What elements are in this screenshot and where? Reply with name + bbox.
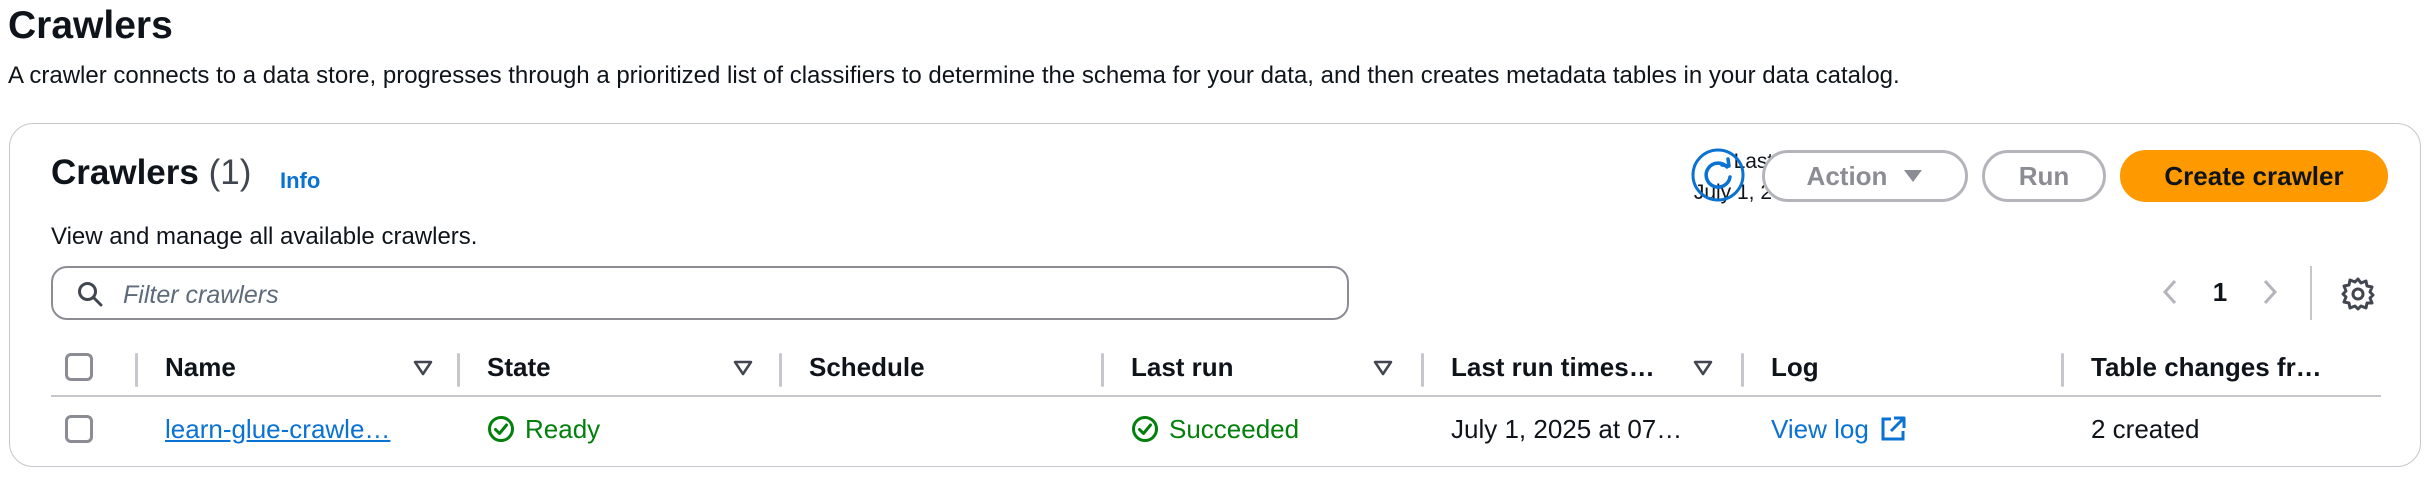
crawler-name-link[interactable]: learn-glue-crawle…: [165, 414, 390, 445]
crawlers-page: Crawlers A crawler connects to a data st…: [0, 0, 2428, 492]
preferences-button[interactable]: [2340, 276, 2376, 312]
select-all-cell: [65, 339, 93, 395]
caret-down-icon: [1904, 170, 1923, 182]
filter-search: [51, 266, 1349, 320]
panel-count: (1): [208, 153, 252, 192]
panel-title-text: Crawlers: [51, 153, 199, 192]
page-title: Crawlers: [8, 4, 173, 47]
refresh-button[interactable]: [1690, 147, 1746, 203]
panel-subtitle: View and manage all available crawlers.: [51, 223, 478, 250]
table-changes-cell: 2 created: [2091, 413, 2200, 444]
column-header-last-run[interactable]: Last run: [1131, 339, 1234, 395]
search-icon: [78, 282, 103, 307]
crawler-name-cell: learn-glue-crawle…: [165, 397, 435, 461]
column-divider: [135, 353, 138, 387]
column-header-log: Log: [1771, 351, 1819, 382]
create-crawler-button[interactable]: Create crawler: [2120, 150, 2388, 202]
pagination-divider: [2310, 266, 2312, 320]
row-select-cell: [65, 397, 93, 461]
column-header-last-run-timestamp[interactable]: Last run times…: [1451, 339, 1681, 395]
state-cell: Ready: [487, 397, 600, 461]
sort-caret-icon[interactable]: [733, 359, 753, 377]
column-divider: [1421, 353, 1424, 387]
sort-caret-icon[interactable]: [1373, 359, 1393, 377]
last-run-timestamp-cell: July 1, 2025 at 07…: [1451, 413, 1683, 444]
crawlers-panel: Crawlers (1) Info View and manage all av…: [9, 123, 2421, 467]
crawlers-table: Name State Schedule Last run Last run ti…: [51, 339, 2381, 461]
table-row: learn-glue-crawle… Ready Succeeded July …: [51, 397, 2381, 461]
filter-crawlers-input[interactable]: [121, 276, 1325, 314]
pagination: 1: [2150, 272, 2290, 312]
column-divider: [457, 353, 460, 387]
refresh-icon: [1691, 148, 1745, 202]
column-divider: [2061, 353, 2064, 387]
action-button[interactable]: Action: [1762, 150, 1968, 202]
run-button[interactable]: Run: [1982, 150, 2106, 202]
last-run-cell: Succeeded: [1131, 397, 1299, 461]
panel-title: Crawlers (1): [51, 150, 251, 196]
chevron-right-icon: [2263, 279, 2278, 305]
table-header: Name State Schedule Last run Last run ti…: [51, 339, 2381, 397]
sort-caret-icon[interactable]: [413, 359, 433, 377]
column-divider: [1101, 353, 1104, 387]
row-checkbox[interactable]: [65, 415, 93, 443]
info-link[interactable]: Info: [280, 168, 320, 194]
select-all-checkbox[interactable]: [65, 353, 93, 381]
page-description: A crawler connects to a data store, prog…: [8, 62, 1900, 89]
log-cell[interactable]: View log: [1771, 397, 1907, 461]
check-circle-icon: [488, 416, 514, 442]
external-link-icon: [1881, 416, 1906, 441]
last-run-text: Succeeded: [1169, 413, 1300, 444]
gear-icon: [2341, 277, 2375, 311]
view-log-link[interactable]: View log: [1771, 414, 1869, 445]
action-button-label: Action: [1806, 160, 1888, 191]
check-circle-icon: [1132, 416, 1158, 442]
column-divider: [779, 353, 782, 387]
column-header-state[interactable]: State: [487, 339, 551, 395]
current-page-number[interactable]: 1: [2190, 277, 2250, 308]
chevron-left-icon: [2162, 279, 2177, 305]
next-page-button[interactable]: [2250, 272, 2290, 312]
state-text: Ready: [525, 413, 601, 444]
sort-caret-icon[interactable]: [1693, 359, 1713, 377]
column-header-name[interactable]: Name: [165, 339, 236, 395]
column-header-table-changes: Table changes fr…: [2091, 351, 2322, 382]
column-divider: [1741, 353, 1744, 387]
column-header-schedule: Schedule: [809, 351, 925, 382]
previous-page-button[interactable]: [2150, 272, 2190, 312]
